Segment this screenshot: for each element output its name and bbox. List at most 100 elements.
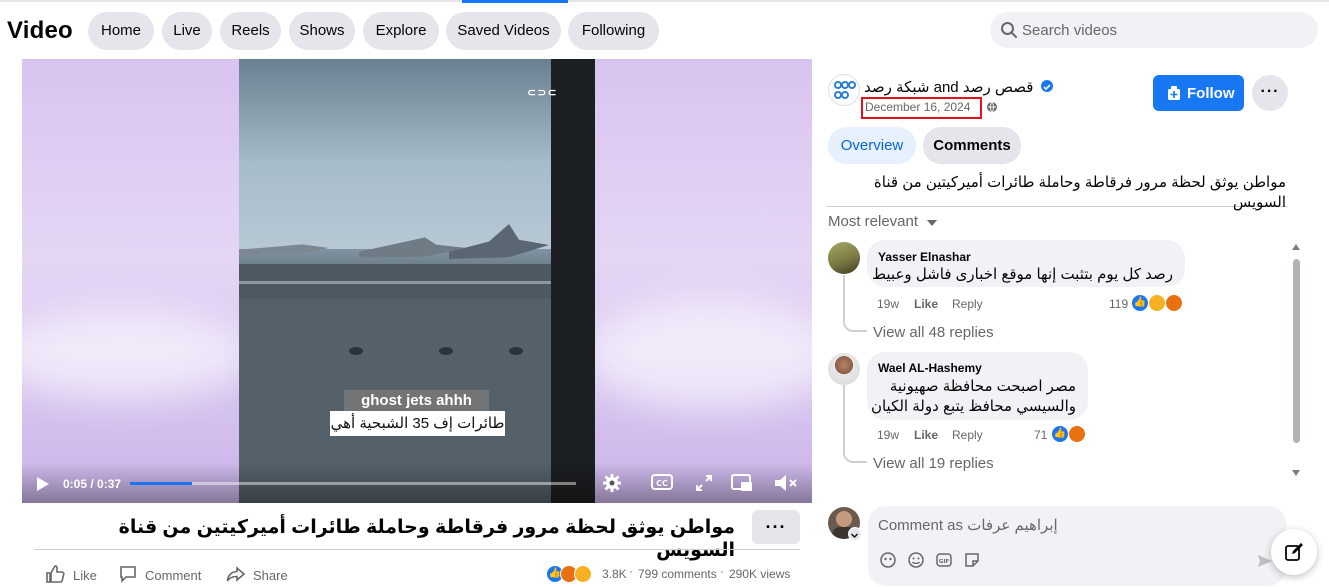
- nav-live[interactable]: Live: [162, 12, 212, 50]
- scroll-down-icon[interactable]: [1292, 469, 1300, 477]
- separator-dot: ·: [720, 564, 724, 578]
- like-label: Like: [73, 568, 97, 583]
- play-icon[interactable]: [36, 476, 50, 492]
- reactions-count[interactable]: 3.8K: [602, 567, 627, 581]
- active-tab-indicator: [462, 0, 568, 3]
- emoji-icon[interactable]: [907, 551, 925, 569]
- thumbs-up-icon: [46, 565, 65, 583]
- search-input[interactable]: [1022, 12, 1302, 48]
- scroll-thumb[interactable]: [1293, 259, 1300, 443]
- comment-author[interactable]: Yasser Elnashar: [878, 250, 971, 264]
- search-box[interactable]: [990, 12, 1318, 48]
- angry-reaction-icon: [1165, 294, 1183, 312]
- page-name[interactable]: شبكة رصد and قصص رصد: [864, 78, 1033, 96]
- view-replies-link[interactable]: View all 48 replies: [873, 324, 994, 341]
- verified-badge-icon: [1041, 80, 1053, 92]
- post-date[interactable]: December 16, 2024: [861, 97, 982, 119]
- globe-icon: [987, 101, 997, 113]
- ship-deck: [239, 264, 551, 304]
- nav-following[interactable]: Following: [568, 12, 659, 50]
- sort-dropdown[interactable]: Most relevant: [828, 213, 918, 230]
- sticker-icon[interactable]: [963, 551, 981, 569]
- follow-label: Follow: [1187, 85, 1235, 102]
- video-title: مواطن يوثق لحظة مرور فرقاطة وحاملة طائرا…: [118, 517, 735, 561]
- nav-reels[interactable]: Reels: [220, 12, 281, 50]
- search-icon: [1001, 22, 1017, 38]
- avatar-sticker-icon[interactable]: [879, 551, 897, 569]
- header: Video Home Live Reels Shows Explore Save…: [0, 4, 1329, 56]
- avatar[interactable]: [828, 242, 860, 274]
- comment-text: رصد كل يوم بتثبت إنها موقع اخبارى فاشل و…: [872, 266, 1173, 283]
- view-replies-link[interactable]: View all 19 replies: [873, 455, 994, 472]
- share-label: Share: [253, 568, 288, 583]
- player-controls: 0:05 / 0:37 CC: [22, 463, 812, 503]
- time-display: 0:05 / 0:37: [63, 477, 122, 491]
- page-avatar[interactable]: [828, 74, 860, 106]
- haha-reaction-icon: [1148, 294, 1166, 312]
- porthole: [349, 347, 363, 355]
- account-switch-icon[interactable]: [848, 527, 862, 541]
- tab-comments[interactable]: Comments: [923, 127, 1021, 164]
- comment-reply-button[interactable]: Reply: [952, 297, 983, 311]
- video-frame: ⊂⊃⊂: [239, 59, 595, 503]
- comment-reactions-count[interactable]: 71: [1034, 428, 1047, 442]
- chevron-down-icon[interactable]: [927, 220, 937, 226]
- share-icon: [226, 566, 246, 582]
- share-button[interactable]: Share: [226, 566, 296, 583]
- thread-connector: [843, 449, 867, 463]
- comment-author[interactable]: Wael AL-Hashemy: [878, 361, 982, 375]
- fullscreen-icon[interactable]: [696, 475, 712, 491]
- comment-like-button[interactable]: Like: [914, 428, 938, 442]
- comments-scrollbar[interactable]: [1292, 243, 1300, 479]
- ship-rail: [239, 281, 551, 284]
- scroll-up-icon[interactable]: [1292, 243, 1300, 251]
- like-reaction-icon: 👍: [1051, 425, 1069, 443]
- gif-icon[interactable]: GIF: [935, 551, 953, 569]
- follow-button[interactable]: Follow: [1153, 75, 1244, 111]
- tab-overview[interactable]: Overview: [828, 127, 916, 164]
- miniplayer-icon[interactable]: [731, 474, 753, 492]
- nav-home[interactable]: Home: [88, 12, 154, 50]
- settings-icon[interactable]: [602, 473, 622, 493]
- thread-connector: [843, 318, 867, 332]
- caption-english: ghost jets ahhh: [344, 390, 489, 412]
- comment-composer[interactable]: GIF: [868, 506, 1286, 586]
- angry-reaction-icon: [1068, 425, 1086, 443]
- avatar[interactable]: [828, 353, 860, 385]
- page-title: Video: [7, 17, 73, 44]
- foreground-pole: [551, 59, 595, 503]
- comments-count[interactable]: 799 comments: [638, 567, 717, 581]
- like-reaction-icon: 👍: [1131, 294, 1149, 312]
- mute-icon[interactable]: [774, 473, 798, 493]
- follow-icon: [1168, 86, 1180, 100]
- comment-bubble: Wael AL-Hashemy مصر اصبحت محافظة صهيونية…: [867, 352, 1088, 420]
- nav-shows[interactable]: Shows: [289, 12, 355, 50]
- comment-button[interactable]: Comment: [118, 566, 208, 583]
- page-logo-icon: [834, 81, 856, 99]
- porthole: [509, 347, 523, 355]
- divider: [34, 549, 800, 550]
- captions-icon[interactable]: CC: [651, 474, 673, 490]
- nav-explore[interactable]: Explore: [363, 12, 439, 50]
- views-count: 290K views: [729, 567, 791, 581]
- separator-dot: ·: [629, 564, 633, 578]
- comment-like-button[interactable]: Like: [914, 297, 938, 311]
- comment-input[interactable]: [878, 514, 1268, 536]
- new-message-button[interactable]: [1271, 529, 1317, 575]
- comment-reactions-count[interactable]: 119: [1109, 297, 1128, 311]
- comment-age[interactable]: 19w: [877, 428, 899, 442]
- thread-line: [843, 275, 845, 318]
- background-blur: [582, 299, 812, 409]
- page-more-button[interactable]: ···: [1252, 75, 1288, 111]
- like-button[interactable]: Like: [45, 565, 105, 583]
- video-player[interactable]: ⊂⊃⊂ ghost jets ahhh طائرات إف 35 الشبحية…: [22, 59, 812, 503]
- background-blur: [22, 309, 252, 399]
- compose-icon: [1285, 543, 1303, 561]
- video-more-button[interactable]: ···: [752, 510, 800, 544]
- progress-bar[interactable]: [130, 482, 576, 485]
- thread-line: [843, 385, 845, 449]
- nav-saved-videos[interactable]: Saved Videos: [446, 12, 561, 50]
- comment-age[interactable]: 19w: [877, 297, 899, 311]
- comment-text: مصر اصبحت محافظة صهيونية: [889, 378, 1076, 395]
- comment-reply-button[interactable]: Reply: [952, 428, 983, 442]
